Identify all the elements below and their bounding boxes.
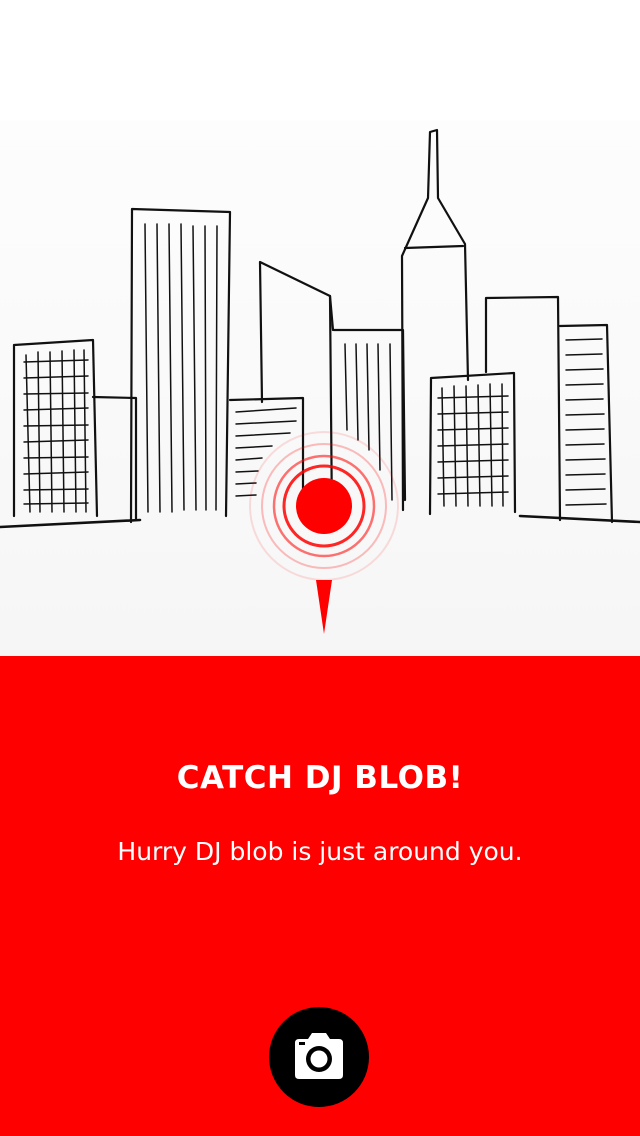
map-pin-icon	[249, 431, 399, 634]
catch-screen: CATCH DJ BLOB! Hurry DJ blob is just aro…	[0, 0, 640, 1136]
camera-icon	[295, 1033, 343, 1079]
camera-button[interactable]	[269, 1007, 369, 1107]
page-title: CATCH DJ BLOB!	[176, 760, 464, 796]
skyline-drawing	[0, 128, 640, 634]
city-skyline-illustration	[0, 0, 640, 656]
page-message: Hurry DJ blob is just around you.	[117, 837, 523, 866]
